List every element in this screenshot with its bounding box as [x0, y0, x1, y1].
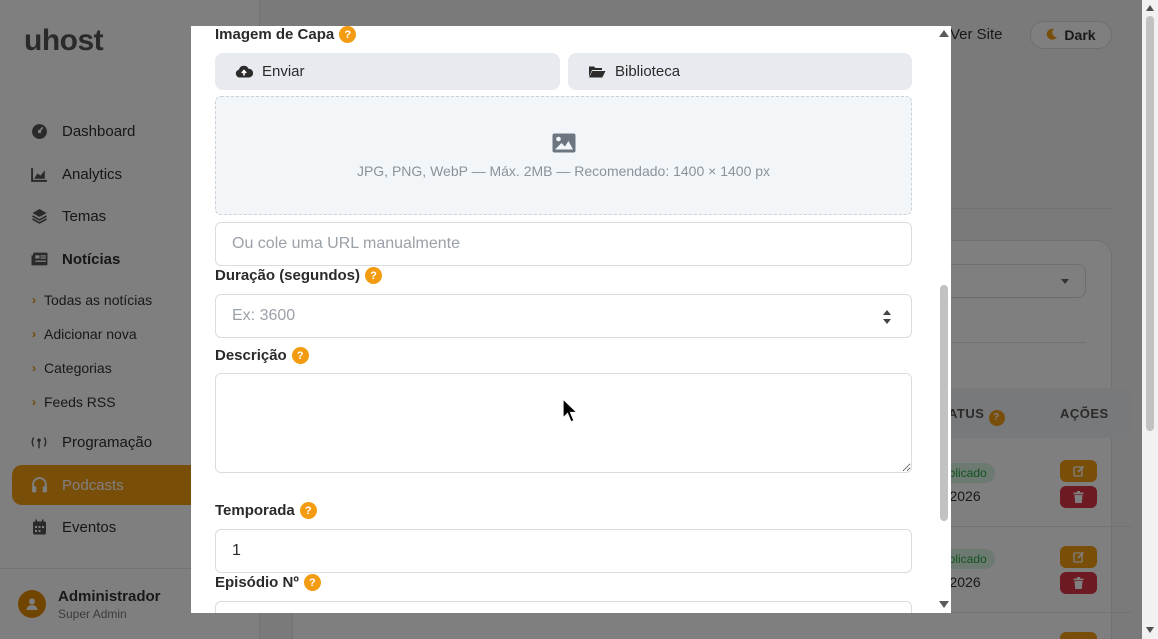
help-icon[interactable]: ? — [303, 574, 321, 591]
upload-button[interactable]: Enviar — [215, 53, 560, 90]
cloud-upload-icon — [235, 65, 253, 78]
scroll-up-arrow-icon[interactable] — [939, 30, 949, 37]
field-label-text: Duração (segundos) — [215, 267, 361, 284]
episode-input[interactable] — [215, 601, 912, 613]
folder-open-icon — [589, 66, 606, 78]
library-button[interactable]: Biblioteca — [568, 53, 912, 90]
description-label: Descrição ? — [215, 347, 309, 364]
help-icon[interactable]: ? — [291, 347, 309, 364]
scroll-down-arrow-icon[interactable] — [1146, 627, 1154, 633]
help-icon[interactable]: ? — [365, 267, 383, 284]
page-scrollbar[interactable] — [1142, 0, 1158, 639]
number-spinner-icon[interactable] — [881, 307, 893, 327]
help-icon[interactable]: ? — [339, 26, 357, 43]
dropzone-hint: JPG, PNG, WebP — Máx. 2MB — Recomendado:… — [356, 163, 771, 179]
cover-url-input[interactable] — [215, 222, 912, 266]
scrollbar-thumb[interactable] — [1146, 16, 1154, 431]
upload-button-label: Enviar — [262, 63, 305, 80]
field-label-text: Episódio Nº — [215, 574, 299, 591]
image-icon — [552, 133, 576, 153]
modal-scrollbar[interactable] — [936, 26, 951, 613]
mouse-pointer-icon — [562, 398, 579, 423]
field-label-text: Imagem de Capa — [215, 26, 335, 43]
help-icon[interactable]: ? — [299, 502, 317, 519]
episode-label: Episódio Nº ? — [215, 574, 321, 591]
field-label-text: Descrição — [215, 347, 287, 364]
duration-label: Duração (segundos) ? — [215, 267, 383, 284]
scroll-up-arrow-icon[interactable] — [1146, 5, 1154, 11]
field-label-text: Temporada — [215, 502, 295, 519]
duration-input[interactable] — [215, 294, 912, 338]
scrollbar-thumb[interactable] — [940, 285, 948, 521]
scroll-down-arrow-icon[interactable] — [939, 601, 949, 608]
image-dropzone[interactable]: JPG, PNG, WebP — Máx. 2MB — Recomendado:… — [215, 96, 912, 215]
season-label: Temporada ? — [215, 502, 317, 519]
cover-image-label: Imagem de Capa ? — [215, 26, 357, 43]
library-button-label: Biblioteca — [615, 63, 681, 80]
season-input[interactable]: 1 — [215, 529, 912, 573]
season-value: 1 — [232, 542, 241, 559]
podcast-episode-modal: Imagem de Capa ? Enviar Biblioteca JPG, … — [191, 26, 951, 613]
